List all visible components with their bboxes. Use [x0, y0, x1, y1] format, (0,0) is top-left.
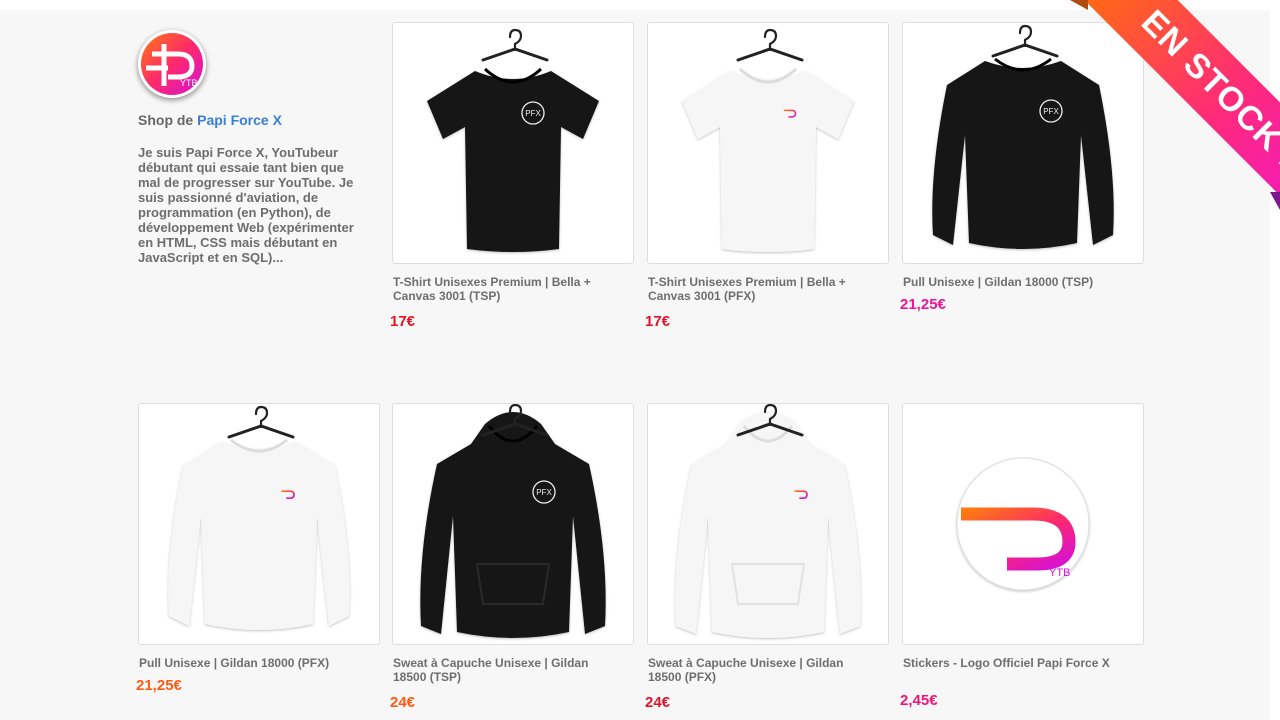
product-name[interactable]: Pull Unisexe | Gildan 18000 (PFX) — [138, 656, 369, 670]
svg-text:PFX: PFX — [525, 109, 541, 118]
product-price: 2,45€ — [900, 692, 938, 709]
product-name[interactable]: Pull Unisexe | Gildan 18000 (TSP) — [902, 275, 1133, 289]
product-card[interactable]: T-Shirt Unisexes Premium | Bella + Canva… — [645, 22, 889, 330]
product-card[interactable]: PFX T-Shirt Unisexes Premium | Bella + C… — [390, 22, 634, 330]
product-card[interactable]: YTB Stickers - Logo Officiel Papi Force … — [900, 403, 1144, 709]
hanger-icon — [991, 24, 1059, 58]
product-image[interactable] — [647, 22, 889, 264]
logo-ytb-text: YTB — [180, 78, 198, 88]
svg-text:YTB: YTB — [1049, 567, 1070, 579]
product-name[interactable]: Sweat à Capuche Unisexe | Gildan 18500 (… — [647, 656, 878, 684]
product-card[interactable]: PFX Sweat à Capuche Unisexe | Gildan 185… — [390, 403, 634, 711]
product-price: 17€ — [645, 313, 671, 330]
tshirt-shape — [682, 71, 854, 252]
in-stock-ribbon: EN STOCK ! — [1070, 0, 1280, 210]
product-image[interactable]: PFX — [392, 22, 634, 264]
shop-title: Shop de Papi Force X — [138, 112, 282, 128]
ribbon-label: EN STOCK ! — [1083, 0, 1280, 210]
product-name[interactable]: T-Shirt Unisexes Premium | Bella + Canva… — [647, 275, 878, 303]
logo-icon: YTB — [141, 33, 203, 95]
ribbon-fold-top — [1070, 0, 1088, 10]
hanger-icon — [736, 28, 804, 62]
product-name[interactable]: T-Shirt Unisexes Premium | Bella + Canva… — [392, 275, 623, 303]
hanger-icon — [227, 405, 295, 439]
shop-name-link[interactable]: Papi Force X — [197, 112, 282, 128]
svg-text:PFX: PFX — [536, 488, 552, 497]
product-image[interactable]: PFX — [392, 403, 634, 645]
product-card[interactable]: Sweat à Capuche Unisexe | Gildan 18500 (… — [645, 403, 889, 711]
product-image[interactable] — [647, 403, 889, 645]
product-price: 17€ — [390, 313, 416, 330]
svg-text:PFX: PFX — [1043, 107, 1059, 116]
product-price: 21,25€ — [136, 677, 182, 694]
sweatshirt-shape — [168, 442, 350, 630]
product-name[interactable]: Stickers - Logo Officiel Papi Force X — [902, 656, 1133, 670]
product-name[interactable]: Sweat à Capuche Unisexe | Gildan 18500 (… — [392, 656, 623, 684]
product-price: 21,25€ — [900, 296, 946, 313]
ribbon-fold — [1270, 192, 1280, 210]
product-price: 24€ — [390, 694, 416, 711]
product-image[interactable] — [138, 403, 380, 645]
product-price: 24€ — [645, 694, 671, 711]
shop-bio: Je suis Papi Force X, YouTubeur débutant… — [138, 145, 354, 265]
sticker-shape: YTB — [956, 457, 1090, 591]
product-image[interactable]: YTB — [902, 403, 1144, 645]
tshirt-shape — [427, 71, 599, 252]
shop-title-prefix: Shop de — [138, 112, 198, 128]
product-card[interactable]: Pull Unisexe | Gildan 18000 (PFX) 21,25€ — [136, 403, 380, 694]
hanger-icon — [481, 28, 549, 62]
shop-logo[interactable]: YTB — [138, 30, 206, 98]
